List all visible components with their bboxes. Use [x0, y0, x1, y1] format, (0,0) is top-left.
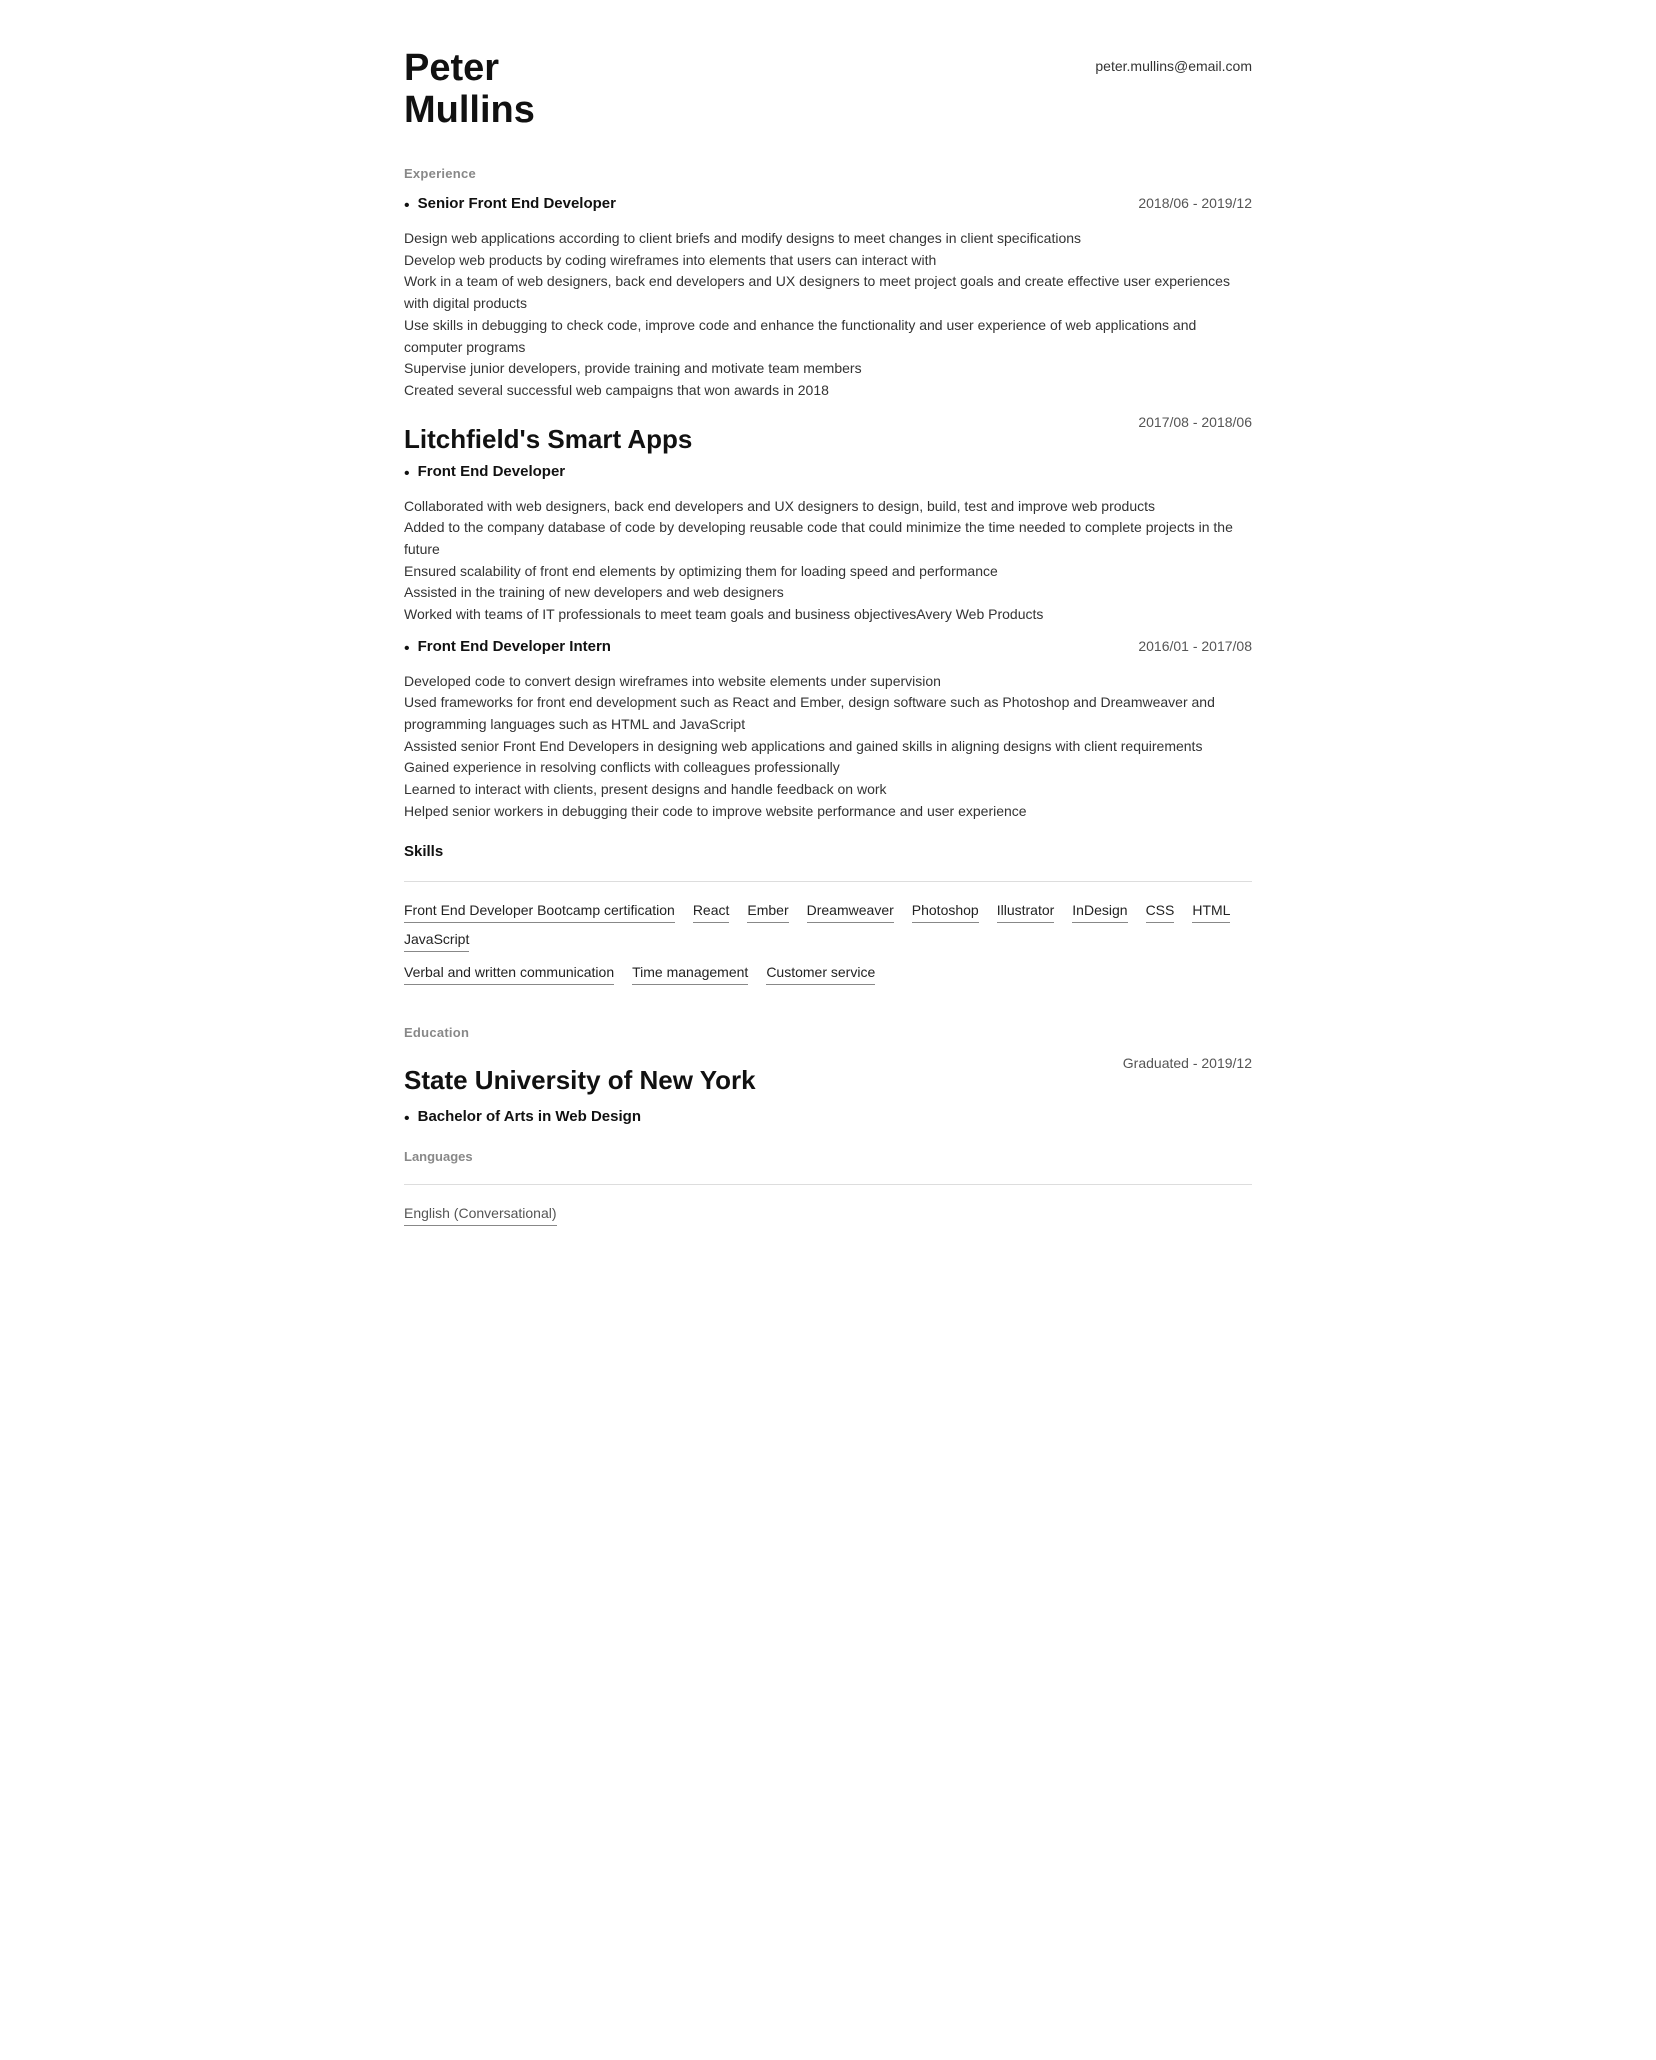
experience-section-label: Experience	[404, 164, 1252, 184]
header: Peter Mullins peter.mullins@email.com	[404, 48, 1252, 132]
bullet-icon-3: •	[404, 637, 410, 661]
job-desc-3-line-1: Developed code to convert design wirefra…	[404, 671, 1252, 693]
job-title-3: Front End Developer Intern	[418, 636, 611, 659]
skill-8: CSS	[1146, 900, 1175, 923]
job-header-2: • Front End Developer	[404, 461, 1252, 486]
job-desc-3: Developed code to convert design wirefra…	[404, 671, 1252, 823]
degree-wrapper-1: • Bachelor of Arts in Web Design	[404, 1106, 1252, 1131]
languages-section-label: Languages	[404, 1147, 1252, 1167]
job-desc-2-line-5: Worked with teams of IT professionals to…	[404, 604, 1252, 626]
job-entry-3: • Front End Developer Intern 2016/01 - 2…	[404, 636, 1252, 823]
job-desc-3-line-3: Assisted senior Front End Developers in …	[404, 736, 1252, 758]
first-name: Peter	[404, 47, 499, 89]
job-desc-1-line-2: Develop web products by coding wireframe…	[404, 250, 1252, 272]
last-name: Mullins	[404, 89, 535, 131]
company-name-2: Litchfield's Smart Apps	[404, 420, 692, 459]
degree-title-1: Bachelor of Arts in Web Design	[418, 1106, 641, 1129]
job-entry-2: • Front End Developer Collaborated with …	[404, 461, 1252, 626]
language-list: English (Conversational)	[404, 1203, 1252, 1226]
bullet-icon-2: •	[404, 462, 410, 486]
job-desc-3-line-4: Gained experience in resolving conflicts…	[404, 757, 1252, 779]
job-desc-1: Design web applications according to cli…	[404, 228, 1252, 402]
language-1: English (Conversational)	[404, 1203, 557, 1226]
skill-7: InDesign	[1072, 900, 1127, 923]
job-desc-2-line-1: Collaborated with web designers, back en…	[404, 496, 1252, 518]
resume-page: Peter Mullins peter.mullins@email.com Ex…	[348, 0, 1308, 2060]
job-header-3: • Front End Developer Intern 2016/01 - 2…	[404, 636, 1252, 661]
job-desc-2-line-3: Ensured scalability of front end element…	[404, 561, 1252, 583]
bullet-icon-1: •	[404, 194, 410, 218]
skill-13: Customer service	[766, 962, 875, 985]
edu-date-1: Graduated - 2019/12	[1123, 1053, 1252, 1074]
skill-5: Photoshop	[912, 900, 979, 923]
skill-4: Dreamweaver	[807, 900, 894, 923]
skills-divider	[404, 881, 1252, 882]
job-date-3: 2016/01 - 2017/08	[1138, 636, 1252, 657]
job-desc-1-line-3: Work in a team of web designers, back en…	[404, 271, 1252, 314]
job-desc-1-line-1: Design web applications according to cli…	[404, 228, 1252, 250]
skills-section: Skills Front End Developer Bootcamp cert…	[404, 841, 1252, 992]
job-desc-1-line-4: Use skills in debugging to check code, i…	[404, 315, 1252, 358]
job-title-wrapper-3: • Front End Developer Intern	[404, 636, 611, 661]
languages-divider	[404, 1184, 1252, 1185]
skill-1: Front End Developer Bootcamp certificati…	[404, 900, 675, 923]
job-title-2: Front End Developer	[418, 461, 566, 484]
education-section-label: Education	[404, 1023, 1252, 1043]
institution-name-1: State University of New York	[404, 1061, 756, 1100]
job-title-1: Senior Front End Developer	[418, 193, 616, 216]
job-desc-2-line-2: Added to the company database of code by…	[404, 517, 1252, 560]
skill-6: Illustrator	[997, 900, 1055, 923]
full-name: Peter Mullins	[404, 48, 535, 132]
skill-9: HTML	[1192, 900, 1230, 923]
skills-section-label: Skills	[404, 841, 1252, 864]
name-block: Peter Mullins	[404, 48, 535, 132]
job-desc-3-line-5: Learned to interact with clients, presen…	[404, 779, 1252, 801]
languages-section: Languages English (Conversational)	[404, 1147, 1252, 1227]
email: peter.mullins@email.com	[1095, 56, 1252, 77]
degree-bullet-icon-1: •	[404, 1107, 410, 1131]
skill-12: Time management	[632, 962, 748, 985]
job-desc-3-line-6: Helped senior workers in debugging their…	[404, 801, 1252, 823]
job-desc-2: Collaborated with web designers, back en…	[404, 496, 1252, 626]
education-header-1: State University of New York Graduated -…	[404, 1053, 1252, 1102]
job-desc-3-line-2: Used frameworks for front end developmen…	[404, 692, 1252, 735]
skills-row-1: Front End Developer Bootcamp certificati…	[404, 900, 1252, 958]
job-date-1: 2018/06 - 2019/12	[1138, 193, 1252, 214]
job-title-wrapper-1: • Senior Front End Developer	[404, 193, 616, 218]
job-title-wrapper-2: • Front End Developer	[404, 461, 565, 486]
company-header-2: Litchfield's Smart Apps 2017/08 - 2018/0…	[404, 412, 1252, 461]
education-section: Education State University of New York G…	[404, 1023, 1252, 1131]
skill-10: JavaScript	[404, 929, 469, 952]
skill-11: Verbal and written communication	[404, 962, 614, 985]
company-date-2: 2017/08 - 2018/06	[1138, 412, 1252, 433]
job-entry-1: • Senior Front End Developer 2018/06 - 2…	[404, 193, 1252, 402]
skills-row-2: Verbal and written communication Time ma…	[404, 962, 1252, 991]
skill-3: Ember	[747, 900, 788, 923]
skill-2: React	[693, 900, 730, 923]
job-header-1: • Senior Front End Developer 2018/06 - 2…	[404, 193, 1252, 218]
job-desc-2-line-4: Assisted in the training of new develope…	[404, 582, 1252, 604]
job-desc-1-line-5: Supervise junior developers, provide tra…	[404, 358, 1252, 380]
job-desc-1-line-6: Created several successful web campaigns…	[404, 380, 1252, 402]
